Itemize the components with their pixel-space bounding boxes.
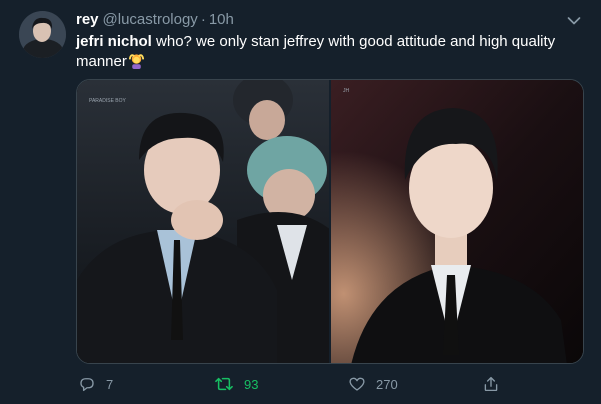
tweet-header: rey @lucastrology · 10h xyxy=(76,11,234,29)
share-icon xyxy=(484,376,498,392)
tweet-media[interactable]: PARADISE BOY JH xyxy=(76,79,584,364)
like-count: 270 xyxy=(376,376,398,392)
photo-left-watermark: PARADISE BOY xyxy=(89,98,127,104)
separator-dot: · xyxy=(200,11,206,28)
retweet-count: 93 xyxy=(244,376,259,392)
woman-gesturing-ok-emoji-icon xyxy=(128,54,144,69)
mention-link[interactable]: jefri nichol xyxy=(76,33,152,50)
user-handle[interactable]: @lucastrology xyxy=(103,11,198,28)
tweet-menu-button[interactable] xyxy=(565,12,583,30)
tweet-actions: 7 93 270 xyxy=(76,373,516,395)
chevron-down-icon xyxy=(567,17,581,25)
photo-right[interactable]: JH xyxy=(331,80,583,363)
photo-right-image: JH xyxy=(331,80,583,363)
reply-button[interactable]: 7 xyxy=(78,373,113,395)
photo-left-image: PARADISE BOY xyxy=(77,80,329,363)
like-button[interactable]: 270 xyxy=(348,373,398,395)
display-name[interactable]: rey xyxy=(76,11,99,28)
avatar[interactable] xyxy=(19,11,66,58)
share-button[interactable] xyxy=(482,373,500,395)
heart-icon xyxy=(349,377,365,391)
tweet-text: jefri nichol who? we only stan jeffrey w… xyxy=(76,32,581,72)
reply-count: 7 xyxy=(106,376,114,392)
retweet-icon xyxy=(215,377,233,391)
reply-icon xyxy=(80,378,94,392)
avatar-image xyxy=(19,11,66,58)
tweet-time[interactable]: 10h xyxy=(209,11,234,28)
photo-right-watermark: JH xyxy=(343,88,350,94)
tweet[interactable]: rey @lucastrology · 10h jefri nichol who? w… xyxy=(0,0,601,404)
retweet-button[interactable]: 93 xyxy=(214,373,258,395)
photo-left[interactable]: PARADISE BOY xyxy=(77,80,331,363)
